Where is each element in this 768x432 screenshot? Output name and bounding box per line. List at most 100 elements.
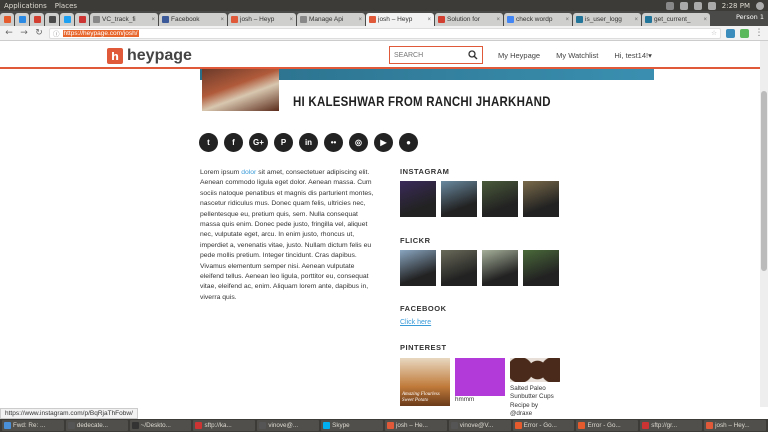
- facebook-icon[interactable]: f: [224, 133, 243, 152]
- applications-menu[interactable]: Applications: [0, 2, 51, 10]
- taskbar-window-button[interactable]: vinove@V...: [448, 420, 511, 431]
- tab-close-icon[interactable]: ×: [289, 17, 293, 23]
- system-tray: 2:28 PM: [665, 1, 768, 10]
- browser-tab[interactable]: Solution for ×: [435, 13, 503, 26]
- browser-tab[interactable]: Manage Api ×: [297, 13, 365, 26]
- instagram-thumbnail[interactable]: [441, 181, 477, 217]
- flickr-thumbnail[interactable]: [523, 250, 559, 286]
- instagram-thumbnail[interactable]: [400, 181, 436, 217]
- menu-icon[interactable]: ⋮: [754, 28, 764, 38]
- info-icon[interactable]: ⓘ: [53, 28, 60, 38]
- tab-close-icon[interactable]: ×: [358, 17, 362, 23]
- taskbar-window-button[interactable]: Error - Go...: [576, 420, 639, 431]
- instagram-icon[interactable]: ◎: [349, 133, 368, 152]
- app-icon: [323, 422, 331, 429]
- browser-tab[interactable]: VC_track_fi ×: [90, 13, 158, 26]
- extension-icon[interactable]: [740, 28, 749, 38]
- browser-tab[interactable]: [15, 13, 29, 26]
- taskbar-label: ~/Deskto...: [140, 422, 171, 429]
- heypage-logo[interactable]: h heypage: [107, 47, 192, 65]
- flickr-icon[interactable]: ••: [324, 133, 343, 152]
- browser-tab[interactable]: check wordp ×: [504, 13, 572, 26]
- app-icon: [706, 422, 714, 429]
- flickr-thumbnail[interactable]: [400, 250, 436, 286]
- twitter-icon[interactable]: t: [199, 133, 218, 152]
- pinterest-pin[interactable]: Amazing Flourless Sweet Potato: [400, 358, 450, 406]
- browser-tab[interactable]: josh – Heyp ×: [366, 13, 434, 26]
- taskbar-window-button[interactable]: vinove@...: [257, 420, 320, 431]
- forward-icon[interactable]: →: [19, 28, 29, 38]
- back-icon[interactable]: ←: [4, 28, 14, 38]
- taskbar-window-button[interactable]: dedecate...: [65, 420, 128, 431]
- address-bar[interactable]: ⓘ https://heypage.com/josh/ ☆: [49, 27, 721, 39]
- browser-tab[interactable]: [30, 13, 44, 26]
- browser-tab[interactable]: [45, 13, 59, 26]
- tab-close-icon[interactable]: ×: [427, 17, 431, 23]
- nav-user-menu[interactable]: Hi, test14!▾: [614, 51, 652, 60]
- tab-favicon-icon: [576, 16, 583, 23]
- places-menu[interactable]: Places: [51, 2, 81, 10]
- power-icon[interactable]: [756, 1, 764, 10]
- browser-tab[interactable]: [0, 13, 14, 26]
- profile-button[interactable]: Person 1: [732, 13, 768, 24]
- pinterest-section-title: PINTEREST: [400, 343, 447, 352]
- google-plus-icon[interactable]: G+: [249, 133, 268, 152]
- taskbar-window-button[interactable]: sftp://gr...: [640, 420, 703, 431]
- instagram-thumbnail[interactable]: [523, 181, 559, 217]
- page-scrollbar[interactable]: [760, 41, 768, 407]
- bookmark-star-icon[interactable]: ☆: [711, 29, 717, 37]
- search-icon[interactable]: [468, 50, 478, 60]
- flickr-thumbnail[interactable]: [482, 250, 518, 286]
- browser-tab[interactable]: josh – Heyp ×: [228, 13, 296, 26]
- tab-favicon-icon: [18, 16, 26, 23]
- extension-icon[interactable]: [726, 28, 735, 38]
- taskbar-window-button[interactable]: Error - Go...: [512, 420, 575, 431]
- scrollbar-thumb[interactable]: [761, 91, 767, 271]
- tab-close-icon[interactable]: ×: [496, 17, 500, 23]
- facebook-click-here-link[interactable]: Click here: [400, 319, 431, 326]
- tab-favicon-icon: [93, 16, 100, 23]
- volume-icon[interactable]: [707, 1, 716, 10]
- profile-icon[interactable]: ●: [399, 133, 418, 152]
- pinterest-pin[interactable]: hmmm: [455, 358, 505, 404]
- nav-my-heypage[interactable]: My Heypage: [498, 51, 540, 60]
- taskbar-window-button[interactable]: sftp://ka...: [193, 420, 256, 431]
- tab-close-icon[interactable]: ×: [151, 17, 155, 23]
- taskbar-window-button[interactable]: Skype: [321, 420, 383, 431]
- taskbar-window-button[interactable]: josh – Hey...: [704, 420, 766, 431]
- dropbox-icon[interactable]: [665, 1, 674, 10]
- browser-tab[interactable]: Facebook ×: [159, 13, 227, 26]
- linkedin-icon[interactable]: in: [299, 133, 318, 152]
- browser-tab[interactable]: [75, 13, 89, 26]
- tab-title: josh – Heyp: [240, 16, 275, 23]
- search-input[interactable]: [394, 51, 468, 59]
- browser-tab[interactable]: get_current_ ×: [642, 13, 710, 26]
- instagram-thumbnail[interactable]: [482, 181, 518, 217]
- clock[interactable]: 2:28 PM: [722, 2, 750, 10]
- battery-icon[interactable]: [693, 1, 702, 10]
- tab-favicon-icon: [645, 16, 652, 23]
- browser-tab[interactable]: is_user_logg ×: [573, 13, 641, 26]
- pinterest-pin[interactable]: Salted Paleo Sunbutter Cups Recipe by @d…: [510, 358, 560, 419]
- tab-close-icon[interactable]: ×: [220, 17, 224, 23]
- tab-close-icon[interactable]: ×: [565, 17, 569, 23]
- bio-text: sit amet, consectetuer adipiscing elit. …: [200, 169, 374, 301]
- network-icon[interactable]: [679, 1, 688, 10]
- taskbar-label: josh – He...: [395, 422, 428, 429]
- app-icon: [131, 422, 139, 429]
- browser-tab[interactable]: [60, 13, 74, 26]
- nav-my-watchlist[interactable]: My Watchlist: [556, 51, 598, 60]
- youtube-icon[interactable]: ▶: [374, 133, 393, 152]
- flickr-thumbnail[interactable]: [441, 250, 477, 286]
- taskbar-window-button[interactable]: ~/Deskto...: [129, 420, 192, 431]
- profile-bio: Lorem ipsum dolor sit amet, consectetuer…: [200, 168, 376, 303]
- taskbar-window-button[interactable]: josh – He...: [384, 420, 447, 431]
- pin-image: [510, 358, 560, 382]
- bio-link[interactable]: dolor: [241, 169, 256, 176]
- tab-close-icon[interactable]: ×: [634, 17, 638, 23]
- tab-close-icon[interactable]: ×: [703, 17, 707, 23]
- reload-icon[interactable]: ↻: [34, 28, 44, 38]
- taskbar-window-button[interactable]: Fwd: Re: ...: [2, 420, 64, 431]
- pinterest-icon[interactable]: P: [274, 133, 293, 152]
- instagram-section-title: INSTAGRAM: [400, 167, 450, 176]
